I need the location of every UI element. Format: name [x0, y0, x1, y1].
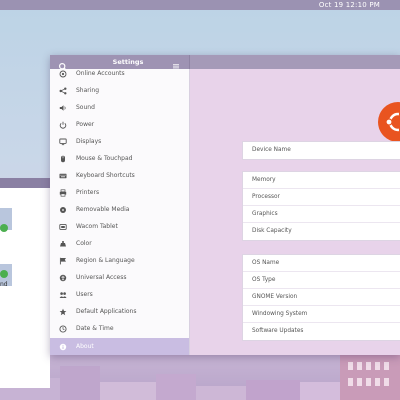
power-icon: [50, 116, 76, 133]
sidebar-item-label: Region & Language: [76, 257, 135, 264]
keyboard-icon: [50, 167, 76, 184]
hardware-group: Memory Processor Graphics Disk Capacity: [242, 171, 400, 241]
wallpaper-building: [300, 382, 340, 400]
sidebar-item-color[interactable]: Color: [50, 235, 189, 252]
sidebar-item-label: Sound: [76, 104, 95, 111]
device-name-row[interactable]: Device Name: [243, 142, 400, 159]
disk-capacity-row: Disk Capacity: [252, 228, 292, 234]
header-bar[interactable]: Settings: [50, 55, 400, 72]
sidebar-item-printers[interactable]: Printers: [50, 184, 189, 201]
sidebar-item-sound[interactable]: Sound: [50, 99, 189, 116]
sidebar-item-power[interactable]: Power: [50, 116, 189, 133]
wallpaper-building: [196, 386, 246, 400]
sidebar-item-label: Color: [76, 240, 92, 247]
processor-row: Processor: [243, 189, 400, 206]
os-type-row: OS Type: [243, 272, 400, 289]
sidebar-item-label: Printers: [76, 189, 100, 196]
sidebar-item-mouse-touchpad[interactable]: Mouse & Touchpad: [50, 150, 189, 167]
tablet-icon: [50, 218, 76, 235]
speaker-icon: [50, 99, 76, 116]
sidebar-item-region-language[interactable]: Region & Language: [50, 252, 189, 269]
wallpaper-building: [340, 354, 400, 400]
sidebar-item-label: Power: [76, 121, 95, 128]
sidebar-item-label: Users: [76, 291, 93, 298]
wallpaper-building: [156, 374, 196, 400]
share-icon: [50, 82, 76, 99]
sidebar-item-label: Default Applications: [76, 308, 137, 315]
sidebar-item-wacom-tablet[interactable]: Wacom Tablet: [50, 218, 189, 235]
sidebar-item-keyboard-shortcuts[interactable]: Keyboard Shortcuts: [50, 167, 189, 184]
sidebar-item-displays[interactable]: Displays: [50, 133, 189, 150]
window-title: Settings: [112, 58, 144, 66]
info-icon: [50, 338, 76, 355]
about-panel: Device Name Memory Processor Graphics Di…: [191, 69, 400, 355]
settings-sidebar: Online Accounts Sharing Sound Power Disp…: [50, 69, 190, 355]
printer-icon: [50, 184, 76, 201]
sidebar-item-date-time[interactable]: Date & Time: [50, 320, 189, 337]
check-icon: [0, 224, 8, 232]
monitor-icon: [50, 133, 76, 150]
wallpaper-building: [246, 380, 300, 400]
check-icon: [0, 270, 8, 278]
windowing-system-row: Windowing System: [243, 306, 400, 323]
software-group: OS Name OS Type GNOME Version Windowing …: [242, 254, 400, 341]
color-icon: [50, 235, 76, 252]
mouse-icon: [50, 150, 76, 167]
desktop-wallpaper: [0, 348, 400, 400]
flag-icon: [50, 252, 76, 269]
sidebar-item-label: Removable Media: [76, 206, 130, 213]
device-group: Device Name: [242, 141, 400, 160]
sidebar-item-label: Displays: [76, 138, 102, 145]
sidebar-item-label: Mouse & Touchpad: [76, 155, 133, 162]
memory-row: Memory: [243, 172, 400, 189]
at-icon: [50, 69, 76, 82]
media-icon: [50, 201, 76, 218]
os-name-row: OS Name: [243, 255, 400, 272]
top-bar: Oct 19 12:10 PM: [0, 0, 400, 10]
distro-logo: [378, 102, 400, 142]
settings-window: Settings Online Accounts Sharing Sound P…: [50, 55, 400, 355]
clock-icon: [50, 320, 76, 337]
sidebar-item-label: Sharing: [76, 87, 100, 94]
search-icon[interactable]: [58, 57, 68, 72]
accessibility-icon: [50, 269, 76, 286]
software-updates-row[interactable]: Software Updates: [243, 323, 400, 340]
sidebar-item-default-applications[interactable]: Default Applications: [50, 303, 189, 320]
background-window[interactable]: nd: [0, 178, 50, 388]
sidebar-item-about[interactable]: About: [50, 338, 189, 355]
gnome-version-row: GNOME Version: [243, 289, 400, 306]
sidebar-item-label: Date & Time: [76, 325, 114, 332]
sidebar-item-label: Keyboard Shortcuts: [76, 172, 135, 179]
ubuntu-logo-icon: [385, 111, 400, 133]
sidebar-item-universal-access[interactable]: Universal Access: [50, 269, 189, 286]
background-window-titlebar[interactable]: [0, 178, 50, 188]
hamburger-menu-icon[interactable]: [171, 57, 181, 70]
star-icon: [50, 303, 76, 320]
background-window-label: nd: [0, 281, 8, 288]
sidebar-item-label: Universal Access: [76, 274, 127, 281]
sidebar-item-label: Wacom Tablet: [76, 223, 118, 230]
users-icon: [50, 286, 76, 303]
clock[interactable]: Oct 19 12:10 PM: [319, 0, 380, 10]
sidebar-item-removable-media[interactable]: Removable Media: [50, 201, 189, 218]
wallpaper-building: [60, 366, 100, 400]
sidebar-item-sharing[interactable]: Sharing: [50, 82, 189, 99]
graphics-row: Graphics: [243, 206, 400, 223]
sidebar-item-users[interactable]: Users: [50, 286, 189, 303]
sidebar-item-online-accounts[interactable]: Online Accounts: [50, 69, 189, 82]
sidebar-item-label: Online Accounts: [76, 70, 125, 77]
sidebar-item-label: About: [76, 343, 94, 350]
header-bar-sidebar: Settings: [50, 55, 190, 72]
wallpaper-building: [100, 382, 156, 400]
